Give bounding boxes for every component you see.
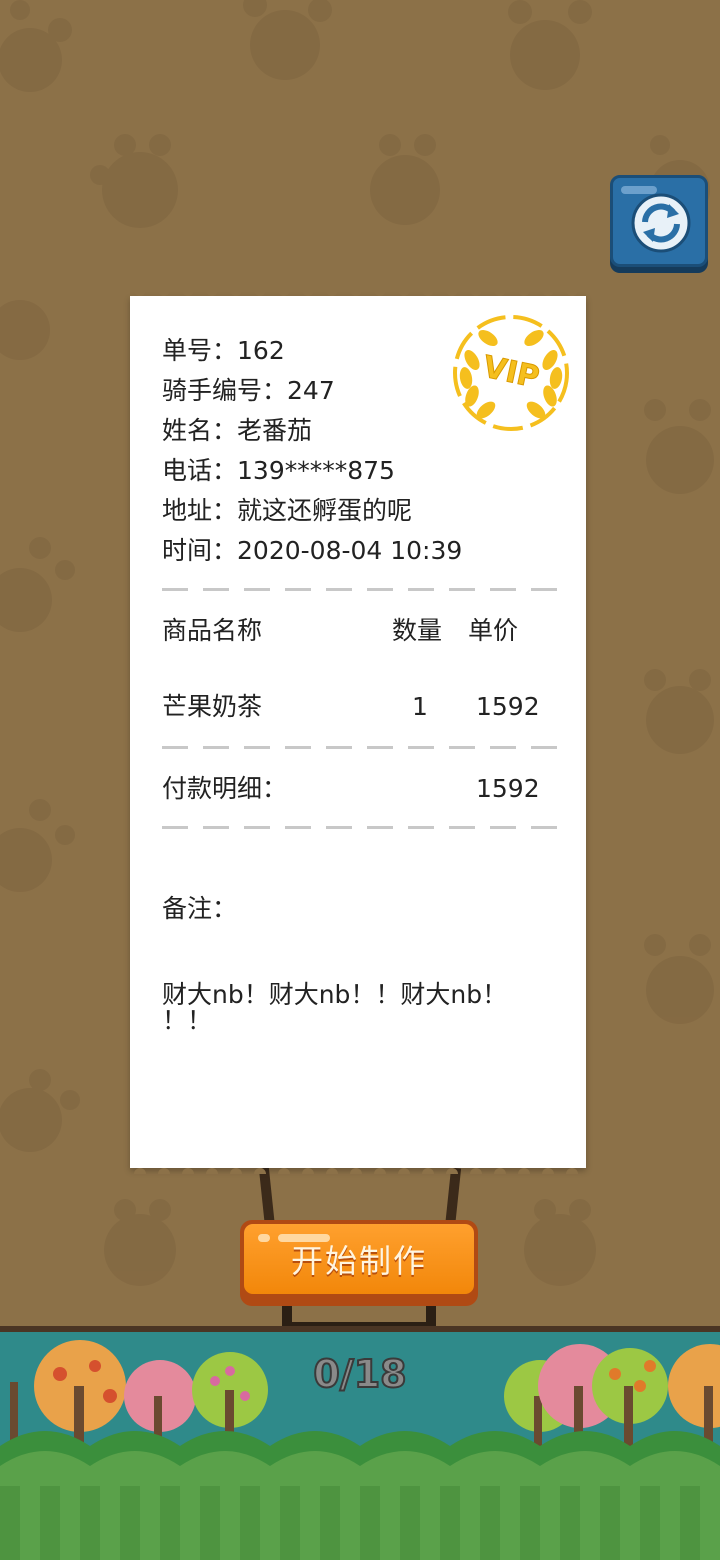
phone-row: 电话：139*****875 — [162, 456, 395, 486]
receipt-edge-bottom — [134, 1168, 578, 1174]
notes-label: 备注： — [162, 894, 238, 923]
header-quantity: 数量 — [392, 616, 443, 645]
notes-line-2: ！！ — [162, 1006, 213, 1035]
vip-badge: VIP — [453, 315, 569, 431]
divider — [162, 588, 558, 591]
item-price: 1592 — [476, 692, 540, 721]
address-row: 地址：就这还孵蛋的呢 — [162, 496, 412, 526]
time-row: 时间：2020-08-04 10:39 — [162, 536, 462, 566]
payment-label: 付款明细： — [162, 774, 288, 803]
vip-badge-text: VIP — [480, 350, 542, 396]
customer-name-value: 老番茄 — [237, 416, 313, 445]
divider — [162, 826, 558, 829]
header-price: 单价 — [468, 616, 519, 645]
refresh-icon — [631, 193, 691, 253]
receipt-edge-top — [134, 290, 578, 296]
order-progress-counter: 0/18 — [312, 1351, 407, 1397]
order-number-row: 单号：162 — [162, 336, 285, 366]
customer-name-row: 姓名：老番茄 — [162, 416, 312, 446]
rider-number-value: 247 — [287, 376, 335, 405]
customer-name-label: 姓名： — [162, 416, 238, 445]
start-making-label: 开始制作 — [290, 1242, 427, 1280]
address-label: 地址： — [162, 496, 238, 525]
time-value: 2020-08-04 10:39 — [237, 536, 463, 565]
header-product: 商品名称 — [162, 616, 263, 645]
rider-number-label: 骑手编号： — [162, 376, 288, 405]
refresh-button[interactable] — [610, 175, 708, 267]
order-receipt: 单号：162 骑手编号：247 姓名：老番茄 电话：139*****875 地址… — [130, 290, 586, 1174]
order-number-value: 162 — [237, 336, 285, 365]
address-value: 就这还孵蛋的呢 — [237, 496, 413, 525]
phone-label: 电话： — [162, 456, 238, 485]
item-product: 芒果奶茶 — [162, 692, 263, 721]
time-label: 时间： — [162, 536, 238, 565]
rider-number-row: 骑手编号：247 — [162, 376, 335, 406]
start-making-button[interactable]: 开始制作 — [240, 1220, 478, 1306]
item-quantity: 1 — [412, 692, 428, 721]
notes-line-1: 财大nb！财大nb！！财大nb！ — [162, 980, 508, 1009]
payment-total: 1592 — [476, 774, 540, 803]
divider — [162, 746, 558, 749]
phone-value: 139*****875 — [237, 456, 395, 485]
order-number-label: 单号： — [162, 336, 238, 365]
